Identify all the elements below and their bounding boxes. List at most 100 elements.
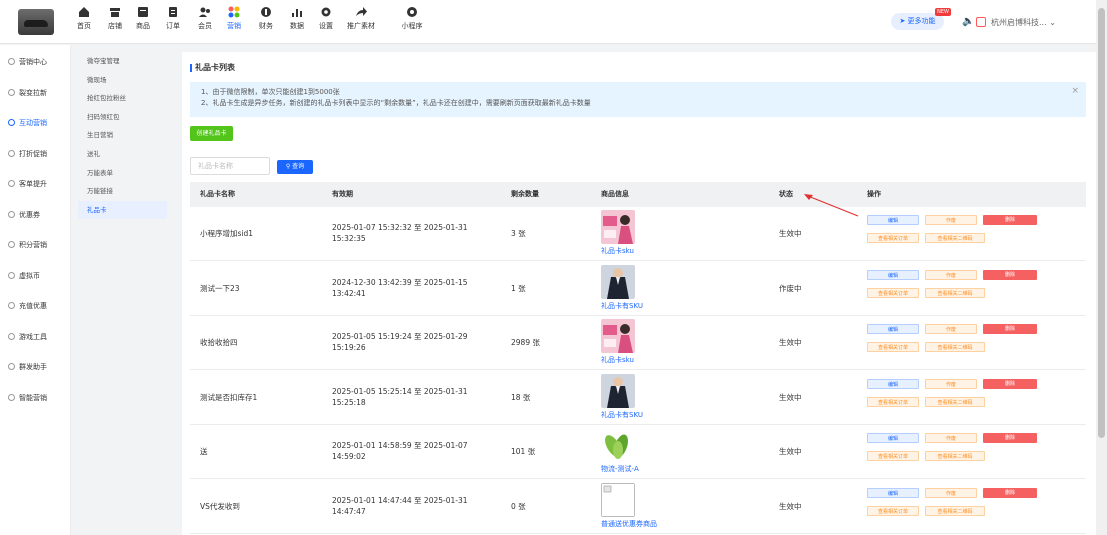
view-orders-button[interactable]: 查看相关订单 xyxy=(867,287,919,298)
remaining-quantity: 101 张 xyxy=(511,447,536,457)
delete-button[interactable]: 删除 xyxy=(983,215,1037,225)
topnav-item-10[interactable]: 小程序 xyxy=(398,6,426,31)
void-button[interactable]: 作废 xyxy=(925,269,977,280)
new-badge: NEW xyxy=(935,8,951,16)
close-icon[interactable]: × xyxy=(1071,86,1079,97)
topnav-item-9[interactable]: 推广素材 xyxy=(344,6,378,31)
sidebar-item-label: 打折促销 xyxy=(19,149,47,158)
notice-banner: 1、由于微信限制，单次只能创建1到5000张 2、礼品卡生成是异步任务，新创建的… xyxy=(190,82,1086,117)
topnav-item-3[interactable]: 订单 xyxy=(159,6,187,31)
edit-button[interactable]: 编辑 xyxy=(867,433,919,444)
table-row: VS代发收到 2025-01-01 14:47:44 至 2025-01-31 1… xyxy=(190,480,1086,534)
view-qrcode-button[interactable]: 查看相关二维码 xyxy=(925,396,985,407)
menu-icon xyxy=(8,241,15,248)
product-link[interactable]: 礼品卡sku xyxy=(601,355,634,365)
subnav-item-1[interactable]: 微现场 xyxy=(78,71,167,90)
view-qrcode-button[interactable]: 查看相关二维码 xyxy=(925,342,985,353)
delete-button[interactable]: 删除 xyxy=(983,488,1037,498)
gift-card-name: 测试是否扣库存1 xyxy=(200,392,258,402)
void-button[interactable]: 作废 xyxy=(925,433,977,444)
create-gift-card-button[interactable]: 创建礼品卡 xyxy=(190,126,233,141)
product-thumbnail[interactable] xyxy=(601,483,635,517)
product-link[interactable]: 礼品卡sku xyxy=(601,246,634,256)
view-orders-button[interactable]: 查看相关订单 xyxy=(867,396,919,407)
view-orders-button[interactable]: 查看相关订单 xyxy=(867,506,919,516)
void-button[interactable]: 作废 xyxy=(925,215,977,225)
topnav-item-7[interactable]: 数据 xyxy=(283,6,311,31)
product-link[interactable]: 礼品卡有SKU xyxy=(601,410,643,420)
topnav-item-5[interactable]: 营销 xyxy=(220,6,248,31)
sidebar-item-1[interactable]: 裂变拉新 xyxy=(0,78,70,109)
product-link[interactable]: 礼品卡有SKU xyxy=(601,301,643,311)
sidebar-item-9[interactable]: 游戏工具 xyxy=(0,322,70,353)
view-qrcode-button[interactable]: 查看相关二维码 xyxy=(925,287,985,298)
subnav-item-5[interactable]: 送礼 xyxy=(78,145,167,164)
product-link[interactable]: 物流-测试-A xyxy=(601,464,639,474)
edit-button[interactable]: 编辑 xyxy=(867,488,919,498)
delete-button[interactable]: 删除 xyxy=(983,324,1037,335)
delete-button[interactable]: 删除 xyxy=(983,433,1037,444)
shop-logo[interactable] xyxy=(18,9,54,35)
gift-card-name-input[interactable]: 礼品卡名称 xyxy=(190,157,270,175)
void-button[interactable]: 作废 xyxy=(925,324,977,335)
sidebar-item-0[interactable]: 营销中心 xyxy=(0,47,70,78)
sidebar-item-3[interactable]: 打折促销 xyxy=(0,139,70,170)
topnav-item-2[interactable]: 商品 xyxy=(129,6,157,31)
speaker-icon[interactable]: 🔈 xyxy=(962,16,974,27)
search-button[interactable]: ⚲ 查询 xyxy=(277,160,313,174)
sidebar-item-4[interactable]: 客单提升 xyxy=(0,169,70,200)
void-button[interactable]: 作废 xyxy=(925,378,977,389)
product-thumbnail[interactable] xyxy=(601,264,635,299)
sidebar-item-8[interactable]: 充值优惠 xyxy=(0,291,70,322)
topnav-label: 首页 xyxy=(77,22,91,30)
product-thumbnail[interactable] xyxy=(601,319,635,354)
sidebar-item-5[interactable]: 优惠券 xyxy=(0,200,70,231)
subnav-item-2[interactable]: 抢红包拉粉丝 xyxy=(78,89,167,108)
view-orders-button[interactable]: 查看相关订单 xyxy=(867,233,919,243)
topnav-item-0[interactable]: 首页 xyxy=(70,6,98,31)
sidebar-item-7[interactable]: 虚拟币 xyxy=(0,261,70,292)
topnav-item-1[interactable]: 店铺 xyxy=(101,6,129,31)
menu-icon xyxy=(8,363,15,370)
shop-icon xyxy=(976,17,986,27)
subnav-item-6[interactable]: 万能表单 xyxy=(78,164,167,183)
product-link[interactable]: 普通送优惠券商品 xyxy=(601,519,657,529)
subnav-item-0[interactable]: 微夺宝管理 xyxy=(78,52,167,71)
sidebar-item-2[interactable]: 互动营销 xyxy=(0,108,70,139)
table-row: 收拾收拾四 2025-01-05 15:19:24 至 2025-01-29 15… xyxy=(190,316,1086,371)
subnav-item-4[interactable]: 生日营销 xyxy=(78,126,167,145)
view-orders-button[interactable]: 查看相关订单 xyxy=(867,342,919,353)
void-button[interactable]: 作废 xyxy=(925,488,977,498)
view-qrcode-button[interactable]: 查看相关二维码 xyxy=(925,506,985,516)
product-thumbnail[interactable] xyxy=(601,373,635,408)
sidebar-item-10[interactable]: 群发助手 xyxy=(0,352,70,383)
gift-card-name: 收拾收拾四 xyxy=(200,338,238,348)
topnav-item-8[interactable]: 设置 xyxy=(312,6,340,31)
sidebar-item-11[interactable]: 智能营销 xyxy=(0,383,70,414)
subnav-item-7[interactable]: 万能链接 xyxy=(78,182,167,201)
view-qrcode-button[interactable]: 查看相关二维码 xyxy=(925,233,985,243)
shop-switcher[interactable]: 杭州启博科技... ⌄ xyxy=(976,14,1076,32)
topnav-item-4[interactable]: 会员 xyxy=(191,6,219,31)
scrollbar[interactable] xyxy=(1096,0,1107,535)
remaining-quantity: 1 张 xyxy=(511,283,526,293)
topnav-label: 数据 xyxy=(290,22,304,30)
sidebar-item-6[interactable]: 积分营销 xyxy=(0,230,70,261)
product-thumbnail[interactable] xyxy=(601,210,635,244)
edit-button[interactable]: 编辑 xyxy=(867,324,919,335)
edit-button[interactable]: 编辑 xyxy=(867,378,919,389)
edit-button[interactable]: 编辑 xyxy=(867,269,919,280)
topnav-item-6[interactable]: 财务 xyxy=(252,6,280,31)
view-orders-button[interactable]: 查看相关订单 xyxy=(867,451,919,462)
subnav-item-8[interactable]: 礼品卡 xyxy=(78,200,167,220)
page-title: 礼品卡列表 xyxy=(190,64,235,72)
header-name: 礼品卡名称 xyxy=(200,190,235,198)
edit-button[interactable]: 编辑 xyxy=(867,215,919,225)
view-qrcode-button[interactable]: 查看相关二维码 xyxy=(925,451,985,462)
delete-button[interactable]: 删除 xyxy=(983,269,1037,280)
delete-button[interactable]: 删除 xyxy=(983,378,1037,389)
validity-period: 2025-01-01 14:58:59 至 2025-01-07 14:59:0… xyxy=(332,441,468,462)
subnav-item-3[interactable]: 扫码领红包 xyxy=(78,108,167,127)
product-thumbnail[interactable] xyxy=(601,428,635,463)
goods-icon xyxy=(137,6,149,18)
